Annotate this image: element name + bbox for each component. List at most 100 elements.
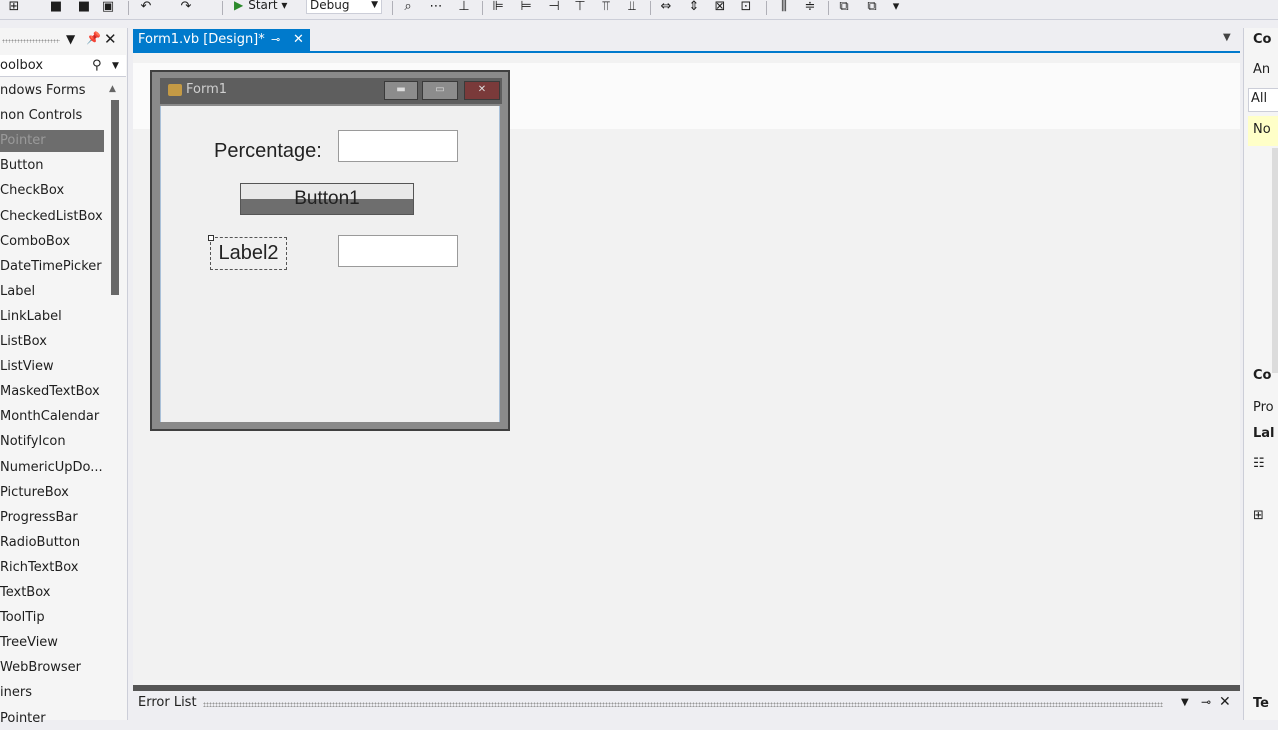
save-all-icon[interactable]: ■ <box>76 0 92 16</box>
right-panel-label: An <box>1253 62 1271 77</box>
maximize-icon: ▭ <box>435 84 445 95</box>
form1-window[interactable]: Form1 ▬ ▭ ✕ Percentage: Button1 Label2 <box>150 70 510 431</box>
label2[interactable]: Label2 <box>208 235 287 270</box>
pin-icon[interactable]: ⊸ <box>1201 695 1211 709</box>
play-icon: ▶ <box>234 0 244 12</box>
toolbox-panel: ▼ 📌 ✕ oolbox ⚲ ▼ ndows Forms non Controls… <box>0 28 128 726</box>
toolbox-title: oolbox <box>0 58 44 73</box>
make-same-height-icon[interactable]: ⇕ <box>686 0 702 16</box>
toolbox-item[interactable]: iners <box>0 682 104 704</box>
undo-icon[interactable]: ↶ <box>138 0 154 16</box>
right-panel-title[interactable]: Co <box>1253 32 1278 47</box>
toolbox-search-box[interactable]: oolbox ⚲ ▼ <box>0 55 126 77</box>
toolbox-item[interactable]: CheckBox <box>0 180 104 202</box>
chevron-down-icon[interactable]: ▼ <box>112 55 119 77</box>
align-left-icon[interactable]: ⊫ <box>490 0 506 16</box>
paste-icon[interactable]: ▣ <box>100 0 116 16</box>
right-panel-bottom-title[interactable]: Te <box>1253 696 1278 711</box>
toolbox-item[interactable]: DateTimePicker <box>0 256 104 278</box>
solution-configuration-select[interactable]: Debug ▼ <box>306 0 382 14</box>
percentage-textbox[interactable] <box>338 130 458 162</box>
toolbox-item[interactable]: ListView <box>0 356 104 378</box>
toolbox-item[interactable]: MaskedTextBox <box>0 381 104 403</box>
horizontal-spacing-icon[interactable]: ⫼ <box>776 0 792 16</box>
toolbox-item[interactable]: ComboBox <box>0 231 104 253</box>
pin-icon[interactable]: ⊸ <box>271 29 280 51</box>
make-same-width-icon[interactable]: ⇔ <box>658 0 674 16</box>
toolbox-item[interactable]: NotifyIcon <box>0 431 104 453</box>
button1[interactable]: Button1 <box>240 183 414 215</box>
properties-panel-title[interactable]: Co <box>1253 368 1278 383</box>
toolbox-item[interactable]: MonthCalendar <box>0 406 104 428</box>
chevron-down-icon[interactable]: ▼ <box>1181 697 1189 708</box>
categorized-icon[interactable]: ☷ <box>1253 456 1278 471</box>
toolbox-item[interactable]: WebBrowser <box>0 657 104 679</box>
toolbox-item[interactable]: RadioButton <box>0 532 104 554</box>
toolbox-scrollbar[interactable]: ▲ <box>108 84 120 720</box>
toolbox-drag-grip[interactable] <box>2 39 60 43</box>
toolbox-item[interactable]: TreeView <box>0 632 104 654</box>
toolbox-item[interactable]: NumericUpDo... <box>0 457 104 479</box>
search-icon[interactable]: ⚲ <box>92 55 102 77</box>
save-icon[interactable]: ■ <box>48 0 64 16</box>
percentage-label[interactable]: Percentage: <box>214 140 322 163</box>
toolbox-item[interactable]: ProgressBar <box>0 507 104 529</box>
tab-label: Form1.vb [Design]* <box>138 32 265 47</box>
form-title-bar[interactable]: Form1 ▬ ▭ ✕ <box>160 78 502 104</box>
document-list-dropdown-icon[interactable]: ▼ <box>1223 32 1231 43</box>
toolbox-item[interactable]: Pointer <box>0 130 104 153</box>
toolbox-item[interactable]: TextBox <box>0 582 104 604</box>
align-middle-icon[interactable]: ⫪ <box>598 0 614 16</box>
form-client-area[interactable]: Percentage: Button1 Label2 <box>160 106 500 422</box>
redo-icon[interactable]: ↷ <box>178 0 194 16</box>
error-list-drag-grip[interactable] <box>203 702 1163 707</box>
minimize-button[interactable]: ▬ <box>384 81 418 100</box>
right-panel-scrollbar[interactable] <box>1272 148 1278 373</box>
align-top-icon[interactable]: ⊤ <box>572 0 588 16</box>
size-to-grid-icon[interactable]: ⊡ <box>738 0 754 16</box>
toolbox-item[interactable]: ndows Forms <box>0 80 104 102</box>
toolbox-item[interactable]: PictureBox <box>0 482 104 504</box>
toolbar-overflow-icon[interactable]: ▾ <box>888 0 904 16</box>
right-panel-filter[interactable]: All <box>1248 88 1278 112</box>
grid-icon[interactable]: ⋯ <box>428 0 444 16</box>
align-right-icon[interactable]: ⊣ <box>546 0 562 16</box>
form-icon <box>168 84 182 96</box>
vertical-spacing-icon[interactable]: ≑ <box>802 0 818 16</box>
toolbox-scroll-thumb[interactable] <box>111 100 119 295</box>
toolbox-item[interactable]: ToolTip <box>0 607 104 629</box>
bring-to-front-icon[interactable]: ⧉ <box>836 0 852 16</box>
toolbox-item[interactable]: RichTextBox <box>0 557 104 579</box>
toolbox-close-icon[interactable]: ✕ <box>104 30 117 48</box>
toolbox-pin-icon[interactable]: 📌 <box>86 31 101 45</box>
align-bottom-icon[interactable]: ⫫ <box>624 0 640 16</box>
minimize-icon: ▬ <box>396 84 406 95</box>
toolbox-item[interactable]: ListBox <box>0 331 104 353</box>
close-icon[interactable]: ✕ <box>293 29 304 51</box>
selection-handle[interactable] <box>208 235 214 241</box>
maximize-button[interactable]: ▭ <box>422 81 458 100</box>
error-list-title[interactable]: Error List <box>138 695 197 710</box>
toolbox-item[interactable]: Pointer <box>0 708 104 730</box>
close-button[interactable]: ✕ <box>464 81 500 100</box>
align-grid-icon[interactable]: ⊥ <box>456 0 472 16</box>
toolbox-item[interactable]: non Controls <box>0 105 104 127</box>
toolbox-item[interactable]: LinkLabel <box>0 306 104 328</box>
tab-form1-design[interactable]: Form1.vb [Design]* ⊸ ✕ <box>133 29 310 51</box>
find-icon[interactable]: ⌕ <box>400 0 416 16</box>
chevron-down-icon: ▼ <box>371 0 378 10</box>
toolbox-item[interactable]: Label <box>0 281 104 303</box>
align-center-icon[interactable]: ⊨ <box>518 0 534 16</box>
send-to-back-icon[interactable]: ⧉ <box>864 0 880 16</box>
toolbox-item[interactable]: CheckedListBox <box>0 206 104 228</box>
toolbox-dropdown-icon[interactable]: ▼ <box>66 32 75 46</box>
main-toolbar: ⊞ ■ ■ ▣ ↶ ↷ ▶ Start ▾ Debug ▼ ⌕ ⋯ ⊥ ⊫ ⊨ ⊣ … <box>0 0 1278 20</box>
start-button[interactable]: ▶ Start ▾ <box>234 0 287 14</box>
new-project-icon[interactable]: ⊞ <box>6 0 22 16</box>
scroll-up-icon[interactable]: ▲ <box>109 84 116 94</box>
make-same-size-icon[interactable]: ⊠ <box>712 0 728 16</box>
close-icon[interactable]: ✕ <box>1219 694 1231 710</box>
result-textbox[interactable] <box>338 235 458 267</box>
toolbox-item[interactable]: Button <box>0 155 104 177</box>
expand-icon[interactable]: ⊞ <box>1253 508 1278 523</box>
